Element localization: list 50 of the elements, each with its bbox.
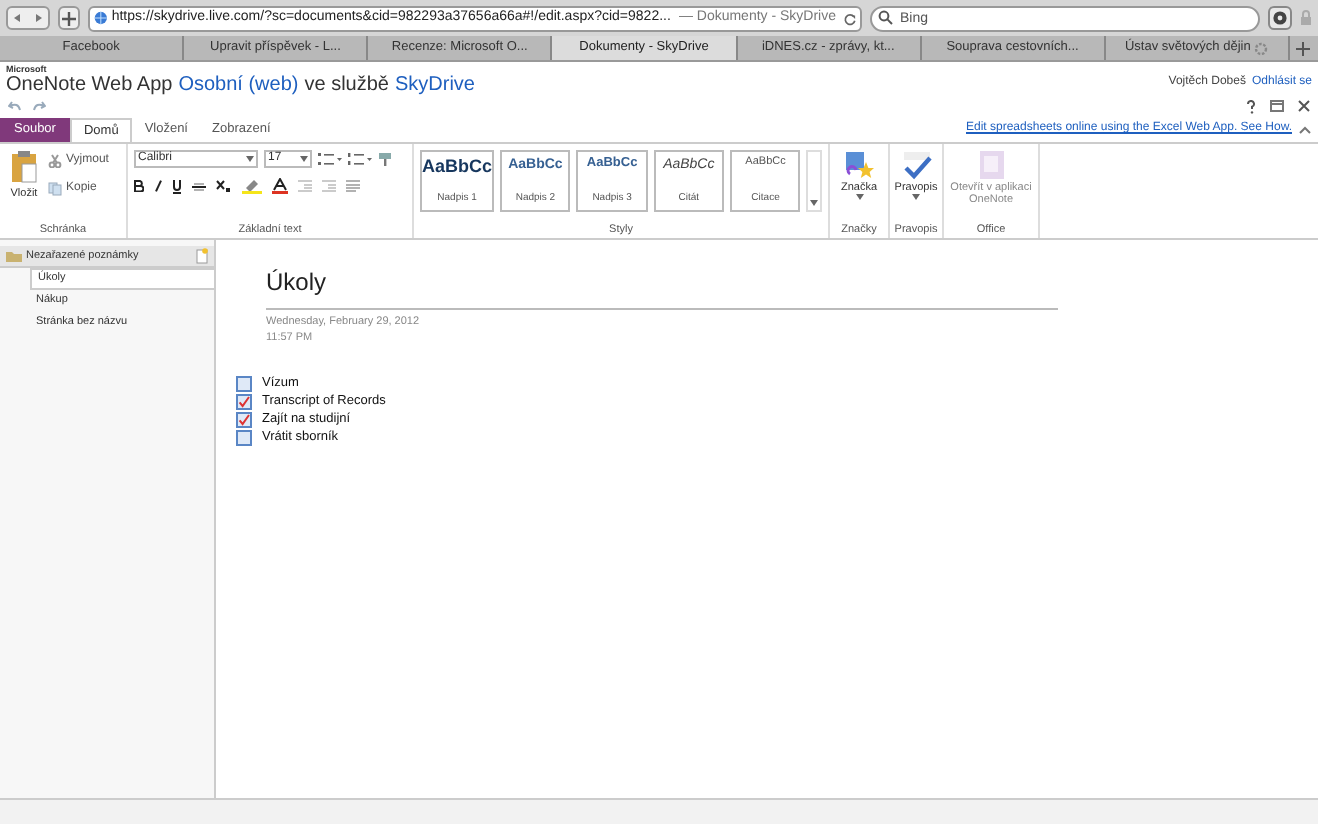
- back-forward-button[interactable]: [6, 6, 50, 30]
- connector-text: ve službě: [304, 74, 389, 96]
- caret-icon: [300, 156, 308, 162]
- strikethrough-icon[interactable]: [192, 181, 206, 191]
- new-page-icon: [196, 248, 208, 264]
- format-painter-icon[interactable]: [378, 152, 392, 166]
- tag-icon: [844, 150, 874, 180]
- checkbox[interactable]: [236, 429, 252, 445]
- underline-icon[interactable]: [172, 179, 182, 193]
- notebook-icon: [977, 150, 1005, 180]
- spellcheck-icon: [901, 150, 931, 180]
- scissors-icon: [48, 154, 62, 168]
- window-icon[interactable]: [1270, 100, 1284, 112]
- add-bookmark-button[interactable]: [58, 6, 80, 30]
- clipboard-icon: [10, 150, 38, 184]
- checkbox[interactable]: [236, 375, 252, 391]
- checkbox[interactable]: [236, 393, 252, 409]
- collapse-icon[interactable]: [1298, 124, 1312, 136]
- caret-icon: [810, 200, 819, 206]
- folder-icon: [6, 250, 22, 262]
- plus-icon: [62, 11, 76, 25]
- italic-icon[interactable]: [154, 180, 162, 192]
- bold-icon[interactable]: [134, 180, 144, 192]
- subscript-icon[interactable]: [216, 180, 232, 192]
- search-icon: [878, 10, 896, 26]
- plus-icon: [1296, 41, 1311, 55]
- caret-icon: [912, 194, 920, 200]
- font-color-icon[interactable]: [272, 178, 288, 194]
- gear-icon: [1272, 10, 1288, 26]
- bullet-list-icon[interactable]: [318, 152, 342, 166]
- help-icon[interactable]: [1246, 99, 1256, 113]
- settings-button[interactable]: [1268, 6, 1292, 30]
- page-title: Úkoly: [266, 268, 327, 296]
- undo-icon[interactable]: [8, 100, 22, 112]
- spinner-icon: [1254, 41, 1269, 55]
- notebook-link[interactable]: Osobní (web): [178, 74, 299, 96]
- checkbox[interactable]: [236, 411, 252, 427]
- reload-icon: [844, 11, 856, 25]
- highlighter-icon[interactable]: [242, 178, 262, 194]
- globe-icon: [94, 10, 108, 26]
- caret-icon: [246, 156, 254, 162]
- close-icon[interactable]: [1298, 100, 1310, 112]
- numbered-list-icon[interactable]: [348, 152, 372, 166]
- service-link[interactable]: SkyDrive: [394, 74, 475, 96]
- redo-icon[interactable]: [32, 100, 46, 112]
- more-styles-button[interactable]: [806, 150, 823, 212]
- caret-icon: [855, 194, 863, 200]
- product-name: OneNote Web App: [6, 74, 173, 96]
- copy-icon: [48, 182, 62, 196]
- lock-icon: [1300, 10, 1312, 26]
